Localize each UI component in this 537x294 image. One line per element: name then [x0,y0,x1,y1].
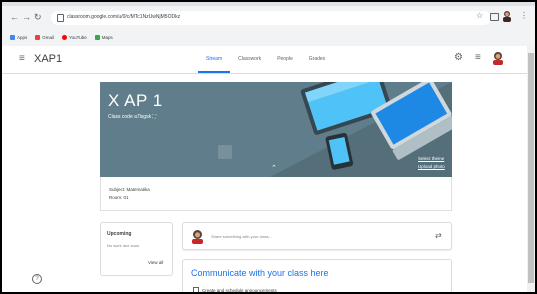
class-code[interactable]: Class code a7lsgsk ⛶ [108,114,156,120]
hamburger-menu-icon[interactable]: ≡ [19,54,25,64]
account-avatar-icon[interactable] [492,51,504,65]
class-title: X AP 1 [108,91,163,110]
class-details: Subject: Matematika Room: 01 [100,177,452,211]
classroom-header: ≡ XAP1 Stream Classwork People Grades ⚙ … [2,46,527,74]
settings-gear-icon[interactable]: ⚙ [454,52,463,64]
tab-classwork[interactable]: Classwork [230,46,269,73]
apps-menu-icon[interactable]: ≡ [475,52,481,64]
bookmark-star-icon[interactable]: ☆ [476,12,483,20]
communicate-item-text: Create and schedule announcements [202,287,277,293]
bookmarks-bar: Apps Gmail YouTube Maps [10,32,113,42]
view-all-link[interactable]: View all [148,260,163,265]
maps-pin-icon [94,34,100,40]
user-avatar-icon [192,230,203,244]
bookmark-youtube[interactable]: YouTube [62,32,87,42]
class-room: Room: 01 [109,195,129,200]
class-tabs: Stream Classwork People Grades [198,46,333,73]
communicate-title: Communicate with your class here [191,268,329,278]
bookmark-gmail[interactable]: Gmail [35,32,54,42]
share-placeholder: Share something with your class... [211,234,272,239]
communicate-item: Create and schedule announcements [193,287,277,293]
browser-menu-icon[interactable]: ⋮ [520,11,528,20]
upload-photo-link[interactable]: Upload photo [418,164,445,169]
upcoming-title: Upcoming [107,231,132,237]
tab-grades[interactable]: Grades [301,46,333,73]
scrollbar-thumb[interactable] [528,53,534,283]
window-frame: ← → ↻ classroom.google.com/u/0/c/MTc1NzU… [0,0,537,294]
tab-strip [2,2,535,6]
class-subject: Subject: Matematika [109,187,150,192]
browser-toolbar: ← → ↻ classroom.google.com/u/0/c/MTc1NzU… [2,9,535,27]
class-name[interactable]: XAP1 [34,53,62,65]
repost-icon[interactable]: ⇄ [435,231,442,241]
chevron-up-icon[interactable]: ⌃ [271,165,277,172]
extension-icon[interactable] [490,13,499,21]
tab-people[interactable]: People [269,46,301,73]
share-box[interactable]: Share something with your class... ⇄ [182,222,452,250]
profile-avatar-icon[interactable] [502,10,512,22]
address-bar[interactable]: classroom.google.com/u/0/c/MTc1NzUwNjM5O… [51,11,491,25]
scrollbar[interactable] [527,46,535,292]
youtube-icon [62,34,68,40]
lock-icon [57,14,64,22]
help-icon[interactable]: ? [32,274,42,284]
apps-grid-icon [10,34,15,40]
upcoming-empty-text: No work due soon [107,243,140,248]
bookmark-maps[interactable]: Maps [94,32,113,42]
select-theme-link[interactable]: Select theme [418,156,444,161]
upcoming-card: Upcoming No work due soon View all [100,222,173,276]
url-text: classroom.google.com/u/0/c/MTc1NzUwNjM5O… [67,14,181,20]
reload-icon[interactable]: ↻ [34,12,42,22]
browser-chrome: ← → ↻ classroom.google.com/u/0/c/MTc1NzU… [2,2,535,46]
class-banner: X AP 1 Class code a7lsgsk ⛶ ⌃ Select the… [100,82,452,177]
tab-stream[interactable]: Stream [198,46,231,73]
gmail-icon [35,34,41,40]
communicate-card: Communicate with your class here Create … [182,259,452,293]
bookmark-apps[interactable]: Apps [10,32,27,42]
checkbox-icon [193,287,199,292]
back-icon[interactable]: ← [10,12,19,22]
forward-icon[interactable]: → [22,12,31,22]
